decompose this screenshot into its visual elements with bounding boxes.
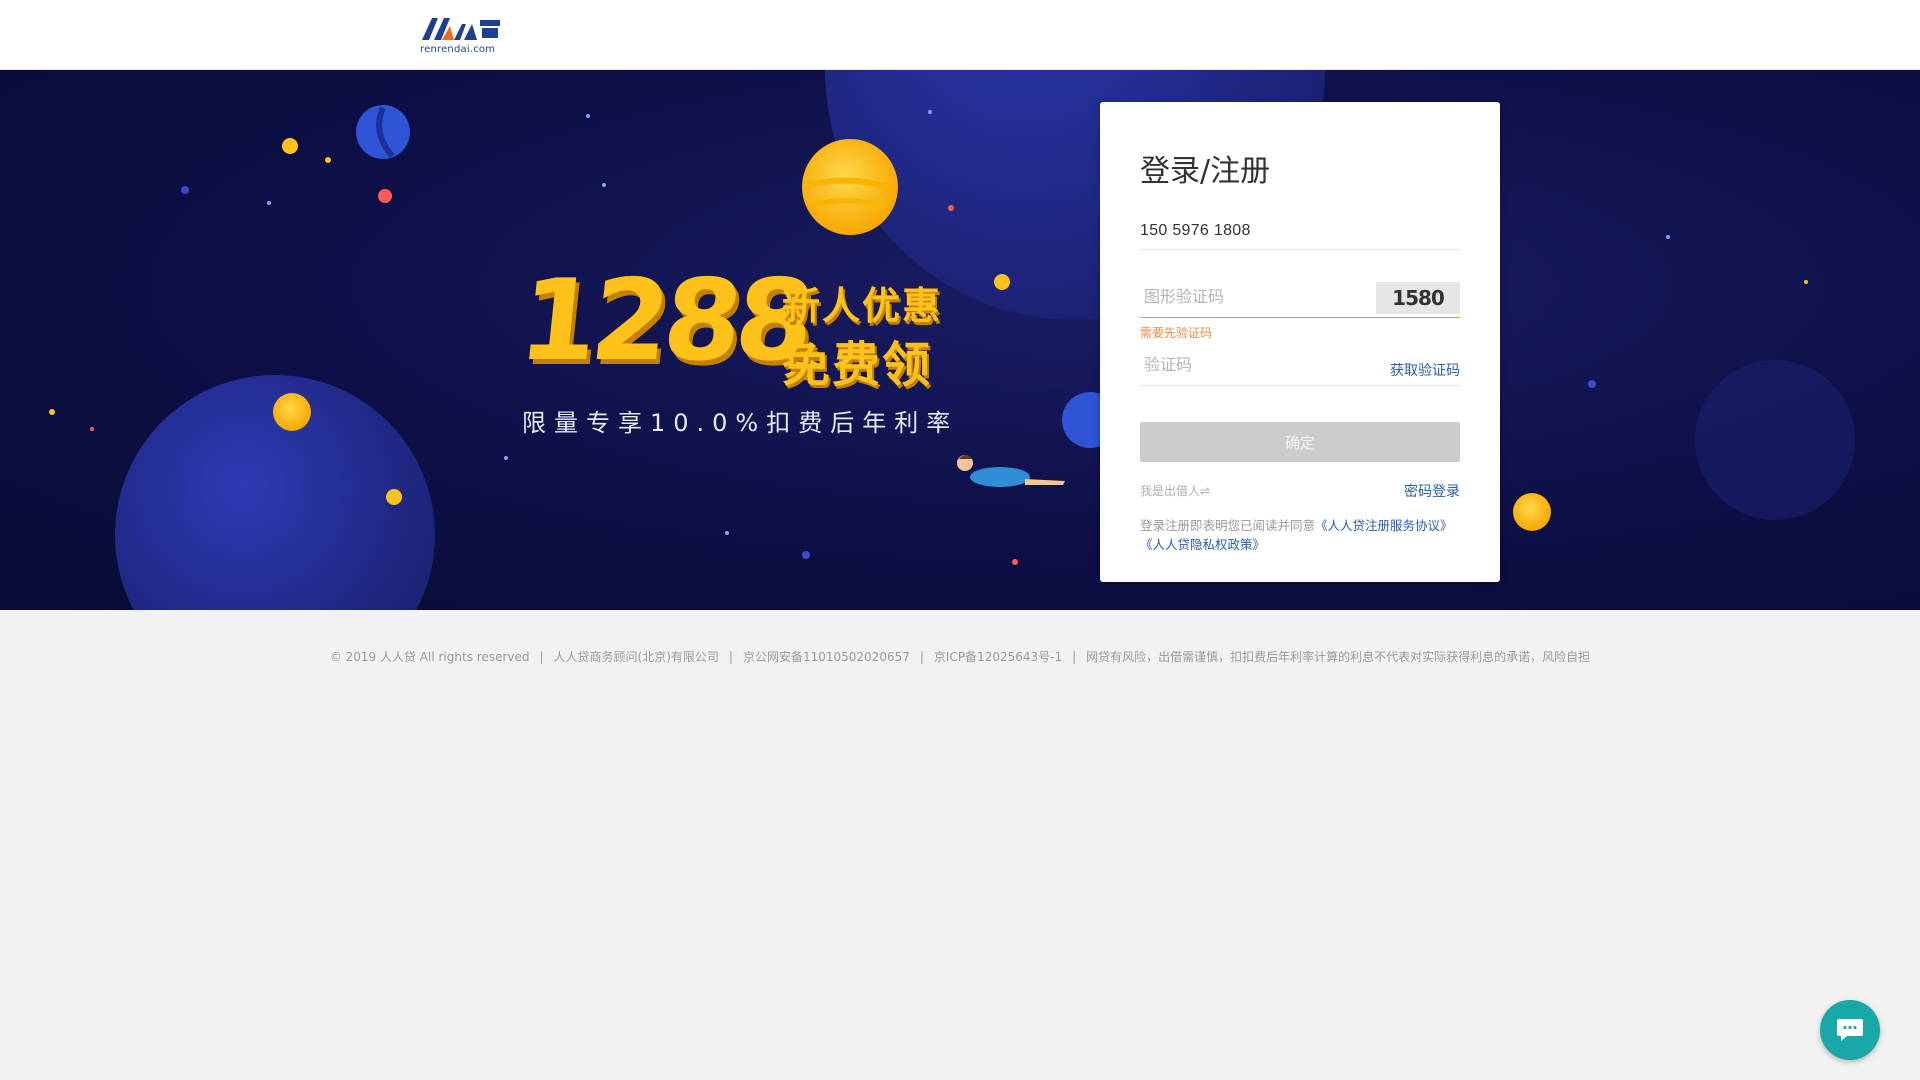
footer-separator: |	[539, 650, 544, 664]
site-logo[interactable]: renrendai.com	[420, 14, 504, 55]
chat-button[interactable]	[1820, 1000, 1880, 1060]
site-footer: © 2019 人人贷 All rights reserved | 人人贷商务顾问(北…	[0, 648, 1920, 665]
sms-code-field: 获取验证码	[1140, 348, 1460, 386]
password-login-link[interactable]: 密码登录	[1404, 481, 1460, 501]
lender-switch-link[interactable]: 我是出借人⇌	[1140, 482, 1210, 499]
captcha-image[interactable]: 1580	[1376, 282, 1460, 314]
agreement-text: 登录注册即表明您已阅读并同意《人人贷注册服务协议》《人人贷隐私权政策》	[1140, 516, 1464, 554]
footer-separator: |	[919, 650, 924, 664]
agreement-prefix: 登录注册即表明您已阅读并同意	[1140, 518, 1316, 533]
service-agreement-link[interactable]: 《人人贷注册服务协议》	[1315, 518, 1453, 533]
site-header: renrendai.com	[0, 0, 1920, 70]
footer-separator: |	[1072, 650, 1077, 664]
privacy-policy-link[interactable]: 《人人贷隐私权政策》	[1140, 537, 1265, 552]
captcha-field: 1580	[1140, 280, 1460, 318]
chat-bubble-icon	[1837, 1019, 1863, 1041]
hero-banner: 1288 新人优惠券 免费领 限量专享10.0%扣费后年利率	[0, 70, 1920, 610]
promo-block: 1288 新人优惠券 免费领 限量专享10.0%扣费后年利率	[513, 256, 970, 445]
promo-amount: 1288	[513, 256, 815, 386]
footer-icp[interactable]: 京ICP备12025643号-1	[934, 650, 1062, 664]
sms-code-input[interactable]	[1144, 352, 1364, 380]
login-card: 登录/注册 150 5976 1808 1580 需要先验证码 获取验证码 确定…	[1100, 102, 1500, 582]
footer-risk: 网贷有风险，出借需谨慎，扣扣费后年利率计算的利息不代表对实际获得利息的承诺，风险…	[1086, 650, 1591, 664]
renrendai-logo-mark	[422, 18, 500, 40]
footer-separator: |	[728, 650, 733, 664]
promo-subtitle: 限量专享10.0%扣费后年利率	[522, 409, 959, 437]
get-code-button[interactable]: 获取验证码	[1390, 360, 1460, 380]
phone-field[interactable]: 150 5976 1808	[1140, 214, 1460, 250]
footer-gongan[interactable]: 京公网安备11010502020657	[743, 650, 910, 664]
captcha-error: 需要先验证码	[1140, 326, 1213, 340]
confirm-button[interactable]: 确定	[1140, 422, 1460, 462]
phone-value[interactable]: 150 5976 1808	[1140, 222, 1251, 240]
promo-line-2: 免费领	[782, 337, 933, 393]
logo-domain: renrendai.com	[420, 44, 496, 55]
login-title: 登录/注册	[1140, 154, 1271, 189]
footer-company: 人人贷商务顾问(北京)有限公司	[553, 650, 719, 664]
footer-copyright: © 2019 人人贷 All rights reserved	[329, 650, 530, 664]
captcha-input[interactable]	[1144, 284, 1364, 312]
